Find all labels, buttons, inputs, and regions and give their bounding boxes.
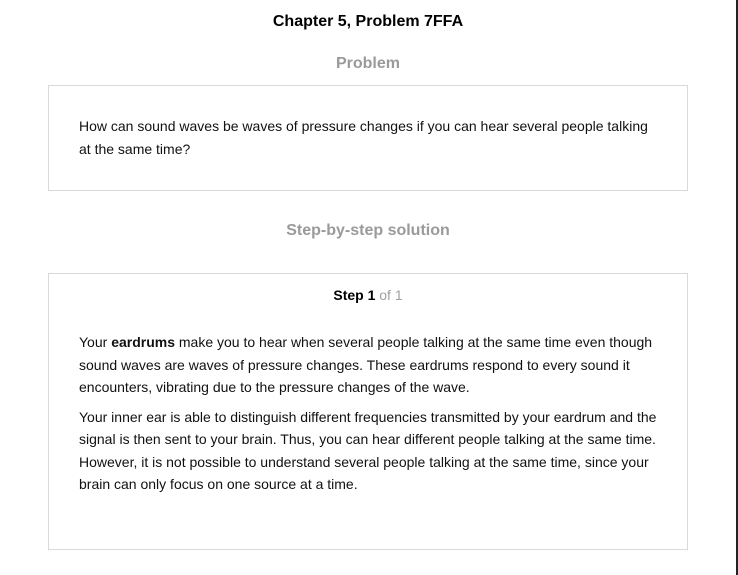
solution-paragraph-1: Your eardrums make you to hear when seve… bbox=[79, 331, 657, 399]
solution-paragraph-2: Your inner ear is able to distinguish di… bbox=[79, 408, 657, 493]
solution-heading: Step-by-step solution bbox=[286, 222, 450, 239]
page-title: Chapter 5, Problem 7FFA bbox=[272, 13, 464, 30]
problem-text: How can sound waves be waves of pressure… bbox=[79, 118, 648, 157]
solution-card: Step 1 of 1 Your eardrums make you to he… bbox=[48, 273, 688, 550]
page: Chapter 5, Problem 7FFA Problem How can … bbox=[0, 0, 738, 575]
problem-card: How can sound waves be waves of pressure… bbox=[48, 85, 688, 191]
step-count: of 1 bbox=[375, 287, 403, 303]
step-indicator: Step 1 of 1 bbox=[79, 287, 657, 303]
paragraph-1-bold-term: eardrums bbox=[111, 334, 175, 350]
problem-heading: Problem bbox=[335, 55, 400, 72]
step-label: Step 1 bbox=[333, 287, 376, 303]
paragraph-1-prefix: Your bbox=[79, 334, 112, 350]
